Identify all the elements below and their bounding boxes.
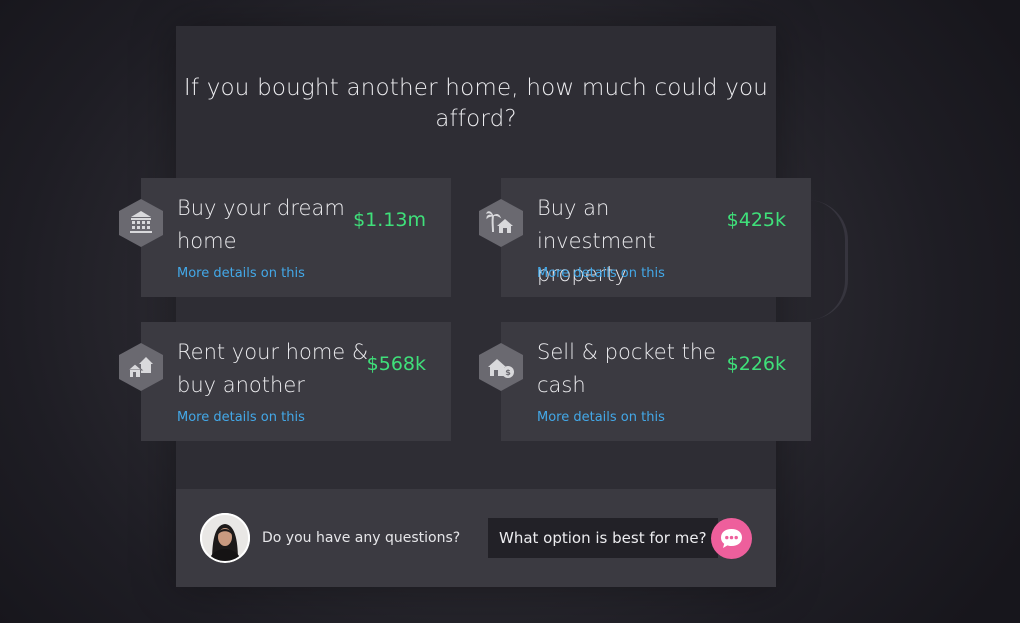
more-details-link[interactable]: More details on this [537,266,665,281]
option-title: Rent your home & buy another [177,340,369,397]
option-price: $568k [366,353,426,375]
more-details-link[interactable]: More details on this [177,266,305,281]
option-price: $226k [726,353,786,375]
option-card-dream-home[interactable]: Buy your dream home $1.13m More details … [141,178,451,297]
svg-text:$: $ [505,368,511,377]
option-card-sell-and-pocket[interactable]: Sell & pocket the cash $226k More detail… [501,322,811,441]
beach-house-icon [478,198,524,248]
more-details-link[interactable]: More details on this [177,410,305,425]
option-title: Sell & pocket the cash [537,340,717,397]
option-title: Buy your dream home [177,196,345,253]
avatar [200,513,250,563]
page-title: If you bought another home, how much cou… [183,75,769,132]
more-details-link[interactable]: More details on this [537,410,665,425]
ask-question-button[interactable]: What option is best for me? [488,518,718,558]
option-price: $1.13m [353,209,426,231]
house-dollar-icon: $ [478,342,524,392]
building-icon [118,198,164,248]
two-houses-icon [118,342,164,392]
option-price: $425k [726,209,786,231]
chat-bubble-icon [721,529,742,548]
chat-button[interactable] [711,518,752,559]
option-card-rent-and-buy[interactable]: Rent your home & buy another $568k More … [141,322,451,441]
option-card-investment-property[interactable]: Buy an investment property $425k More de… [501,178,811,297]
questions-prompt: Do you have any questions? [262,530,461,546]
